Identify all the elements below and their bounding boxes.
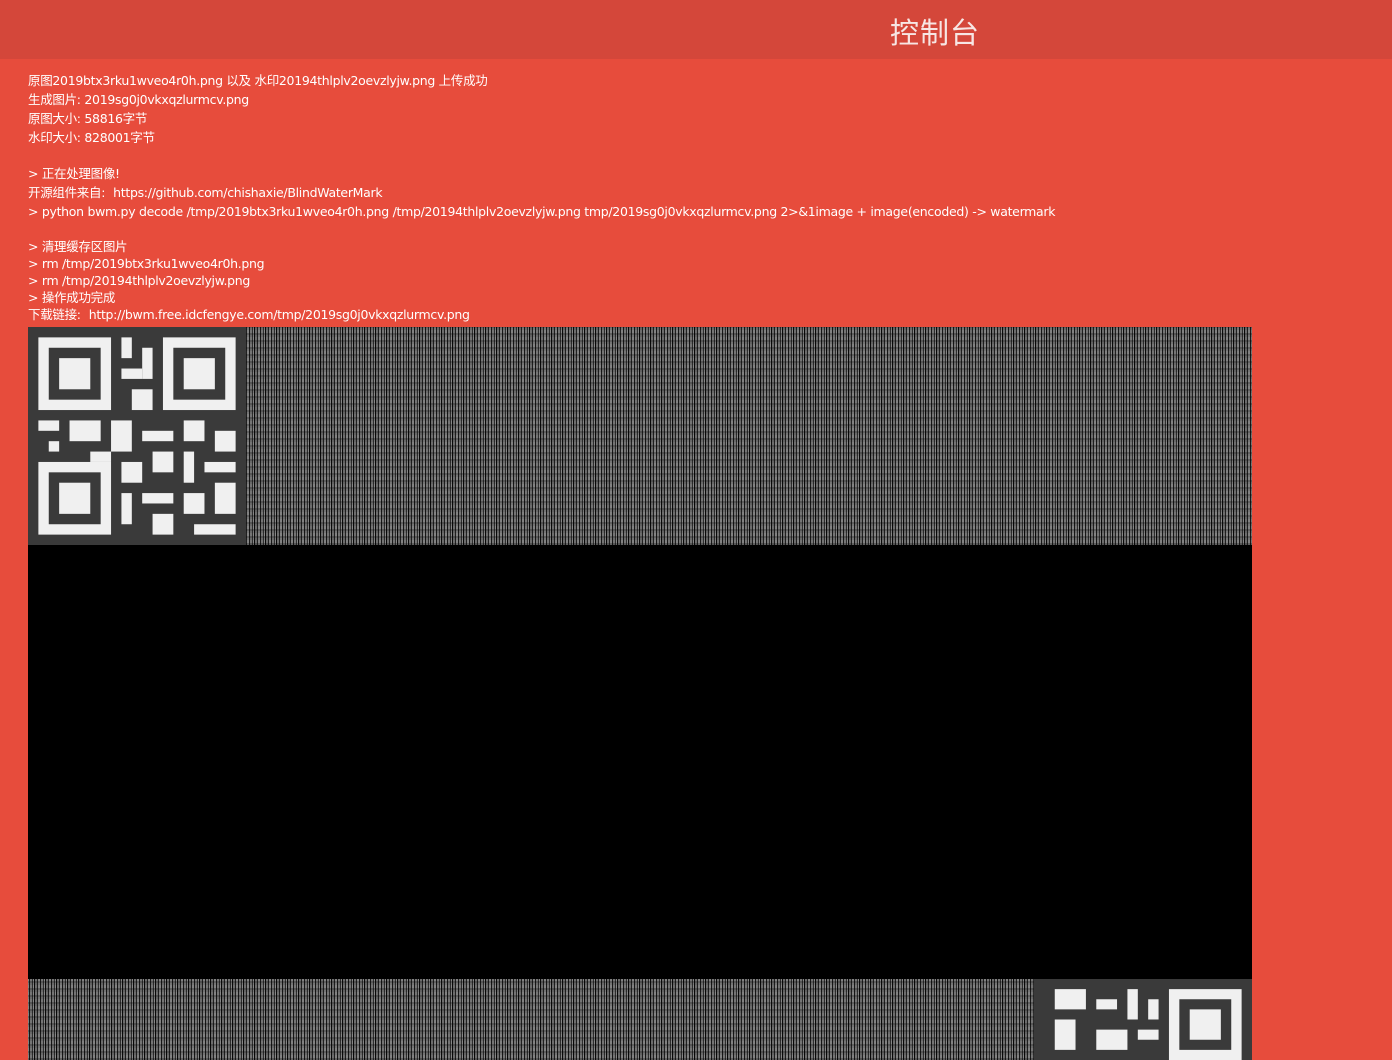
header-bar: 控制台 — [0, 0, 1392, 59]
download-label: 下载链接: — [28, 307, 81, 322]
qr-code-icon — [28, 327, 246, 545]
log-download: 下载链接: http://bwm.free.idcfengye.com/tmp/2… — [28, 306, 1368, 323]
download-link[interactable]: http://bwm.free.idcfengye.com/tmp/2019sg… — [89, 307, 470, 322]
console-log: 原图2019btx3rku1wveo4r0h.png 以及 水印20194thl… — [28, 71, 1368, 323]
source-label: 开源组件来自: — [28, 185, 106, 200]
noise-band-bottom — [28, 979, 1252, 1060]
log-cleanup: > 清理缓存区图片 — [28, 239, 128, 254]
log-upload-success: 原图2019btx3rku1wveo4r0h.png 以及 水印20194thl… — [28, 73, 488, 88]
log-output-image: 生成图片: 2019sg0j0vkxqzlurmcv.png — [28, 92, 249, 107]
page-title: 控制台 — [890, 16, 981, 50]
source-link[interactable]: https://github.com/chishaxie/BlindWaterM… — [113, 185, 382, 200]
log-rm-watermark: > rm /tmp/20194thlplv2oevzlyjw.png — [28, 273, 251, 288]
log-original-size: 原图大小: 58816字节 — [28, 111, 148, 126]
log-spacer — [28, 221, 1368, 238]
log-done: > 操作成功完成 — [28, 290, 116, 305]
log-source: 开源组件来自: https://github.com/chishaxie/Blin… — [28, 183, 1368, 202]
noise-band-top — [28, 327, 1252, 545]
decoded-watermark-image — [28, 327, 1252, 1060]
qr-code-icon — [1034, 979, 1252, 1060]
log-watermark-size: 水印大小: 828001字节 — [28, 130, 155, 145]
log-spacer — [28, 147, 1368, 164]
log-rm-original: > rm /tmp/2019btx3rku1wveo4r0h.png — [28, 256, 265, 271]
log-command: > python bwm.py decode /tmp/2019btx3rku1… — [28, 204, 1056, 219]
log-processing: > 正在处理图像! — [28, 166, 120, 181]
